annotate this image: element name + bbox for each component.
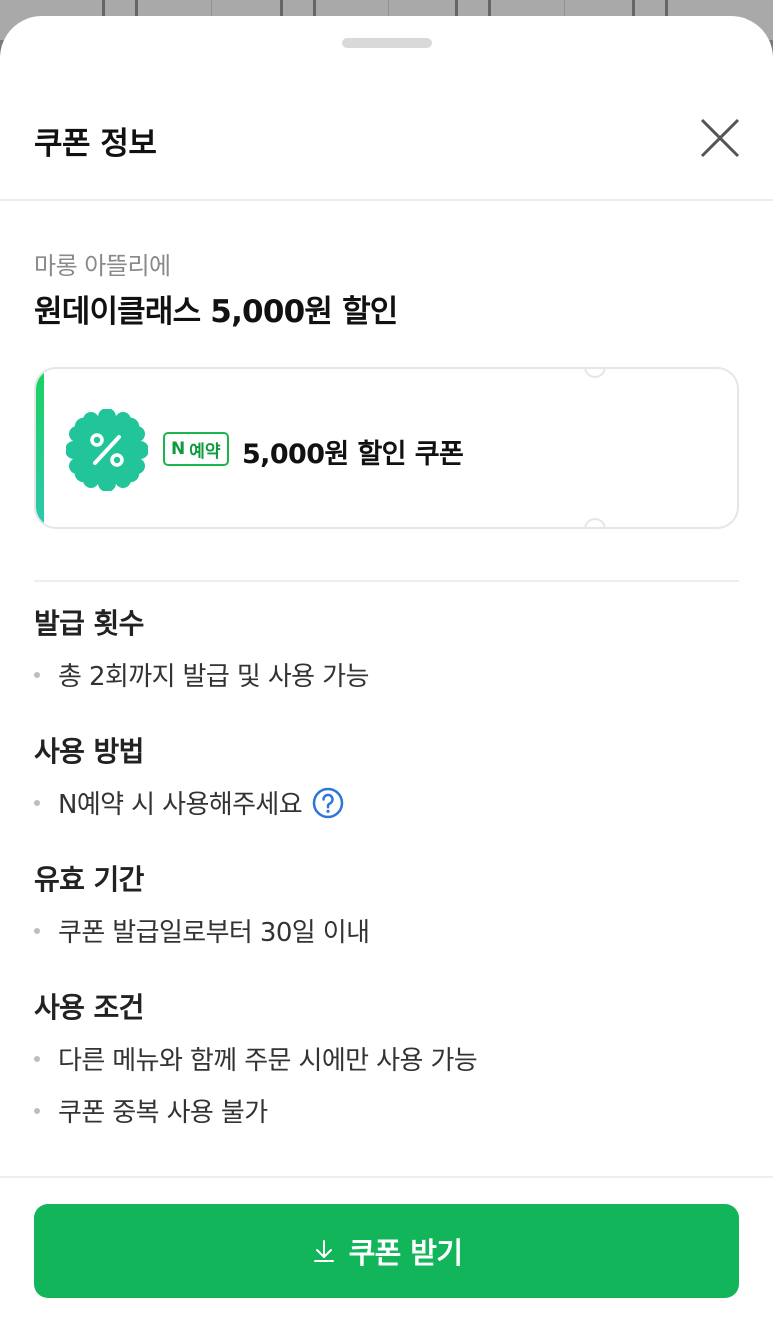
bullet-dot: [34, 927, 40, 934]
list-item: N예약 시 사용해주세요: [34, 784, 344, 821]
close-icon: [700, 118, 740, 158]
coupon-title: 원데이클래스 5,000원 할인: [34, 294, 398, 330]
get-coupon-button[interactable]: 쿠폰 받기: [34, 1204, 739, 1298]
badge-text: 예약: [189, 441, 221, 462]
list-item: 쿠폰 발급일로부터 30일 이내: [34, 912, 370, 949]
download-icon: [313, 1240, 334, 1262]
sheet-drag-handle[interactable]: [342, 38, 432, 48]
coupon-notch-bottom: [584, 518, 606, 527]
discount-percent-icon: [65, 408, 149, 492]
list-item: 다른 메뉴와 함께 주문 시에만 사용 가능: [34, 1040, 478, 1077]
coupon-accent-bar: [36, 369, 44, 527]
list-item: 쿠폰 중복 사용 불가: [34, 1092, 268, 1129]
bullet-dot: [34, 1055, 40, 1062]
store-name: 마롱 아뜰리에: [34, 252, 171, 280]
help-circle-icon[interactable]: [312, 787, 344, 819]
footer-divider: [0, 1176, 773, 1178]
list-item-text: 다른 메뉴와 함께 주문 시에만 사용 가능: [58, 1046, 478, 1076]
get-coupon-label: 쿠폰 받기: [348, 1236, 463, 1270]
bullet-dot: [34, 1107, 40, 1114]
coupon-info-sheet: 쿠폰 정보 마롱 아뜰리에 원데이클래스 5,000원 할인 N 예약 5,00…: [0, 16, 773, 1324]
list-item-text: 쿠폰 발급일로부터 30일 이내: [58, 918, 370, 948]
section-heading-conditions: 사용 조건: [34, 991, 144, 1024]
coupon-label: 5,000원 할인 쿠폰: [242, 439, 464, 470]
list-item-text: 쿠폰 중복 사용 불가: [58, 1098, 268, 1128]
section-heading-issue-count: 발급 횟수: [34, 607, 144, 640]
list-item: 총 2회까지 발급 및 사용 가능: [34, 656, 369, 693]
bullet-dot: [34, 799, 40, 806]
section-heading-usage: 사용 방법: [34, 735, 144, 768]
n-reservation-badge: N 예약: [163, 432, 229, 466]
section-divider: [34, 580, 739, 582]
header-divider: [0, 199, 773, 201]
bullet-dot: [34, 671, 40, 678]
n-logo: N: [171, 439, 186, 459]
close-button[interactable]: [696, 114, 744, 162]
section-heading-validity: 유효 기간: [34, 863, 144, 896]
list-item-text: 총 2회까지 발급 및 사용 가능: [58, 662, 369, 692]
sheet-title: 쿠폰 정보: [34, 126, 157, 162]
coupon-card: N 예약 5,000원 할인 쿠폰: [34, 367, 739, 529]
list-item-text: N예약 시 사용해주세요: [58, 790, 303, 820]
coupon-notch-top: [584, 369, 606, 378]
